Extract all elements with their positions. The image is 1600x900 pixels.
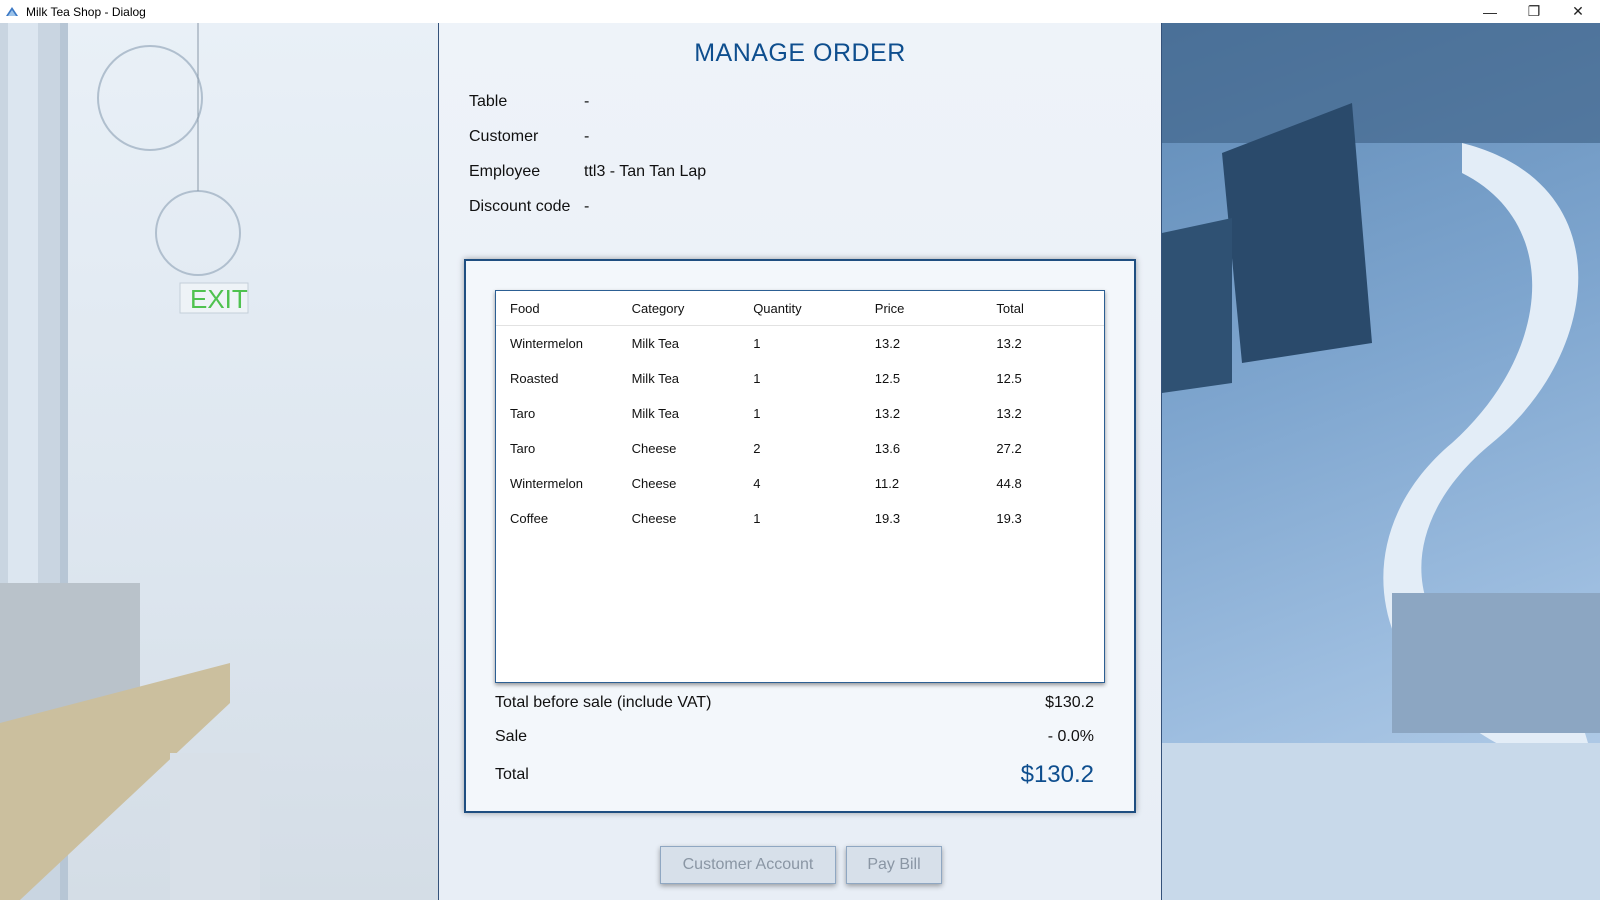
cell-total: 13.2 (996, 336, 1022, 351)
restore-button[interactable]: ❐ (1512, 0, 1556, 23)
employee-value: ttl3 - Tan Tan Lap (584, 163, 707, 180)
table-row[interactable]: Wintermelon Milk Tea 1 13.2 13.2 (496, 326, 1104, 361)
cell-total: 12.5 (996, 371, 1022, 386)
cell-food: Taro (510, 406, 536, 421)
order-items-table[interactable]: Food Category Quantity Price Total Winte… (495, 290, 1105, 683)
info-discount-code: Discount code - (469, 198, 589, 216)
cell-category: Cheese (631, 511, 677, 526)
customer-account-button[interactable]: Customer Account (660, 846, 836, 884)
order-summary-panel: Food Category Quantity Price Total Winte… (464, 259, 1136, 813)
info-employee: Employee ttl3 - Tan Tan Lap (469, 163, 706, 181)
cell-food: Coffee (510, 511, 549, 526)
table-header: Food Category Quantity Price Total (496, 291, 1104, 326)
window-controls: — ❐ ✕ (1468, 0, 1600, 23)
cell-price: 13.6 (874, 441, 901, 456)
table-row[interactable]: Taro Cheese 2 13.6 27.2 (496, 431, 1104, 466)
cell-quantity: 1 (753, 406, 761, 421)
table-row[interactable]: Taro Milk Tea 1 13.2 13.2 (496, 396, 1104, 431)
left-background-image: EXIT (0, 23, 439, 900)
table-row[interactable]: Roasted Milk Tea 1 12.5 12.5 (496, 361, 1104, 396)
cell-quantity: 1 (753, 371, 761, 386)
discount-code-label: Discount code (469, 198, 571, 215)
info-table: Table - (469, 93, 589, 111)
cell-category: Cheese (631, 441, 677, 456)
minimize-button[interactable]: — (1468, 0, 1512, 23)
cell-category: Milk Tea (631, 371, 680, 386)
column-header-total[interactable]: Total (982, 301, 1104, 316)
sale-label: Sale (495, 728, 528, 745)
cell-food: Taro (510, 441, 536, 456)
table-value: - (584, 93, 590, 110)
cell-category: Cheese (631, 476, 677, 491)
cell-total: 44.8 (996, 476, 1022, 491)
table-row[interactable]: Wintermelon Cheese 4 11.2 44.8 (496, 466, 1104, 501)
pay-bill-button[interactable]: Pay Bill (846, 846, 942, 884)
window-title: Milk Tea Shop - Dialog (26, 4, 146, 19)
total-before-sale-label: Total before sale (include VAT) (495, 694, 712, 711)
cafe-interior-illustration: EXIT (0, 23, 260, 900)
cell-quantity: 1 (753, 511, 761, 526)
sale-value: - 0.0% (1047, 728, 1094, 745)
customer-label: Customer (469, 128, 539, 145)
total-value: $130.2 (1020, 761, 1094, 788)
table-label: Table (469, 93, 508, 110)
cell-total: 19.3 (996, 511, 1022, 526)
column-header-category[interactable]: Category (618, 301, 740, 316)
column-header-quantity[interactable]: Quantity (739, 301, 861, 316)
manage-order-panel: MANAGE ORDER Table - Customer - Employee… (439, 23, 1161, 900)
cell-category: Milk Tea (631, 336, 680, 351)
cafe-counter-illustration (1162, 23, 1600, 900)
title-bar: Milk Tea Shop - Dialog — ❐ ✕ (0, 0, 1600, 23)
cell-food: Wintermelon (510, 476, 583, 491)
cell-quantity: 1 (753, 336, 761, 351)
cell-price: 19.3 (874, 511, 901, 526)
total-before-sale-value: $130.2 (1045, 694, 1094, 711)
cell-food: Wintermelon (510, 336, 583, 351)
column-header-price[interactable]: Price (861, 301, 983, 316)
cell-price: 12.5 (874, 371, 901, 386)
cell-quantity: 2 (753, 441, 761, 456)
cell-price: 11.2 (874, 476, 900, 491)
total-label: Total (495, 766, 529, 783)
cell-category: Milk Tea (631, 406, 680, 421)
info-customer: Customer - (469, 128, 589, 146)
cell-total: 13.2 (996, 406, 1022, 421)
discount-code-value: - (584, 198, 590, 215)
employee-label: Employee (469, 163, 541, 180)
customer-value: - (584, 128, 590, 145)
page-title: MANAGE ORDER (694, 39, 906, 67)
total-before-sale-row: Total before sale (include VAT) $130.2 (495, 694, 1094, 712)
column-header-food[interactable]: Food (496, 301, 618, 316)
cell-quantity: 4 (753, 476, 761, 491)
table-row[interactable]: Coffee Cheese 1 19.3 19.3 (496, 501, 1104, 536)
total-row: Total $130.2 (495, 761, 1094, 789)
cell-price: 13.2 (874, 336, 901, 351)
cell-food: Roasted (510, 371, 559, 386)
svg-text:EXIT: EXIT (190, 284, 248, 314)
right-divider (1161, 23, 1162, 900)
right-background-image (1162, 23, 1600, 900)
cell-price: 13.2 (874, 406, 901, 421)
app-icon (6, 6, 18, 16)
cell-total: 27.2 (996, 441, 1022, 456)
sale-row: Sale - 0.0% (495, 728, 1094, 746)
close-button[interactable]: ✕ (1556, 0, 1600, 23)
